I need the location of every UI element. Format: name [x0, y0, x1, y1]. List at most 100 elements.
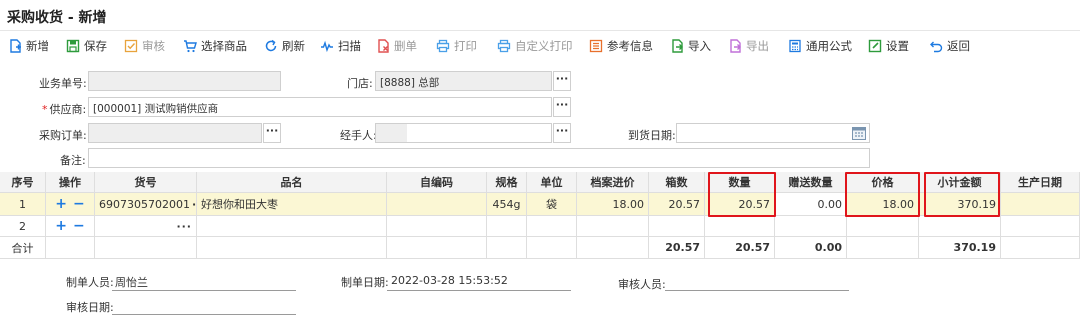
- scan-button[interactable]: 扫描: [320, 37, 361, 55]
- export-icon: [730, 39, 741, 53]
- total-row: 合计 20.57 20.57 0.00 370.19: [0, 237, 1080, 259]
- export-button[interactable]: 导出: [728, 37, 769, 55]
- header-spec: 规格: [487, 172, 527, 193]
- grid-header: 序号 操作 货号 品名 自编码 规格 单位 档案进价 箱数 数量 赠送数量 价格…: [0, 172, 1080, 193]
- save-icon: [66, 39, 80, 53]
- maker-value: 周怡兰: [115, 276, 148, 289]
- new-button[interactable]: 新增: [8, 37, 49, 55]
- row-spec: [487, 216, 527, 237]
- save-button[interactable]: 保存: [66, 37, 107, 55]
- row-gift-qty[interactable]: [775, 216, 847, 237]
- total-subtotal: 370.19: [919, 237, 1001, 259]
- order-no-label: 业务单号:: [39, 77, 87, 90]
- calculator-icon: [789, 39, 801, 53]
- header-name: 品名: [197, 172, 387, 193]
- header-unit: 单位: [527, 172, 577, 193]
- header-price: 价格: [847, 172, 919, 193]
- check-icon: [124, 39, 138, 53]
- remove-row-icon[interactable]: −: [73, 196, 85, 212]
- code-picker-button[interactable]: ···: [176, 220, 192, 233]
- row-price[interactable]: 18.00: [847, 193, 919, 216]
- header-op: 操作: [46, 172, 95, 193]
- row-gift-qty[interactable]: 0.00: [775, 193, 847, 216]
- row-prod-date[interactable]: [1001, 193, 1080, 216]
- back-button[interactable]: 返回: [929, 37, 970, 55]
- auditor-label: 审核人员:: [618, 278, 666, 291]
- import-button[interactable]: 导入: [670, 37, 711, 55]
- row-boxes[interactable]: 20.57: [649, 193, 705, 216]
- total-empty: [197, 237, 387, 259]
- order-no-field[interactable]: [88, 71, 281, 91]
- row-code[interactable]: ···: [95, 216, 197, 237]
- add-row-icon[interactable]: +: [55, 218, 67, 234]
- header-prod-date: 生产日期: [1001, 172, 1080, 193]
- remark-label: 备注:: [60, 154, 86, 167]
- refresh-button[interactable]: 刷新: [264, 37, 305, 55]
- back-arrow-icon: [930, 41, 943, 53]
- po-field[interactable]: [88, 123, 262, 143]
- calendar-icon[interactable]: [851, 125, 867, 141]
- header-qty: 数量: [705, 172, 775, 193]
- total-boxes: 20.57: [649, 237, 705, 259]
- row-price[interactable]: [847, 216, 919, 237]
- settings-button[interactable]: 设置: [868, 37, 909, 55]
- formula-button[interactable]: 通用公式: [788, 37, 852, 55]
- audit-button[interactable]: 审核: [124, 37, 165, 55]
- store-field[interactable]: [8888] 总部: [375, 71, 552, 91]
- store-picker-button[interactable]: ···: [553, 71, 571, 91]
- make-date-underline: [387, 290, 571, 291]
- total-gift-qty: 0.00: [775, 237, 847, 259]
- title-bar: 采购收货 - 新增: [0, 0, 1080, 31]
- total-empty: [847, 237, 919, 259]
- supplier-label: * 供应商:: [42, 103, 87, 116]
- row-spec: 454g: [487, 193, 527, 216]
- row-prod-date[interactable]: [1001, 216, 1080, 237]
- edit-settings-icon: [868, 39, 882, 53]
- select-goods-button[interactable]: 选择商品: [183, 37, 247, 55]
- delete-doc-icon: [378, 39, 389, 53]
- total-empty: [95, 237, 197, 259]
- print-button[interactable]: 打印: [436, 37, 477, 55]
- new-doc-icon: [10, 39, 21, 53]
- row-actions: + −: [46, 216, 95, 237]
- page-title: 采购收货 - 新增: [7, 10, 107, 26]
- header-archive-price: 档案进价: [577, 172, 649, 193]
- total-qty: 20.57: [705, 237, 775, 259]
- printer-icon: [497, 39, 511, 53]
- cart-icon: [184, 40, 197, 53]
- row-name: 好想你和田大枣: [197, 193, 387, 216]
- table-row[interactable]: 1 +− 6907305702001··· 好想你和田大枣 454g 袋 18.…: [0, 193, 1080, 216]
- row-code[interactable]: 6907305702001···: [95, 193, 197, 216]
- row-unit: [527, 216, 577, 237]
- header-selfcode: 自编码: [387, 172, 487, 193]
- info-list-icon: [589, 39, 603, 53]
- reference-info-button[interactable]: 参考信息: [589, 37, 653, 55]
- import-icon: [672, 39, 683, 53]
- auditor-underline: [665, 290, 849, 291]
- row-selfcode: [387, 216, 487, 237]
- maker-underline: [112, 290, 296, 291]
- row-archive-price: 18.00: [577, 193, 649, 216]
- po-picker-button[interactable]: ···: [263, 123, 281, 143]
- row-qty[interactable]: 20.57: [705, 193, 775, 216]
- make-date-label: 制单日期:: [341, 276, 389, 289]
- total-empty: [527, 237, 577, 259]
- arrival-date-field[interactable]: [676, 123, 870, 143]
- required-mark: *: [42, 103, 48, 116]
- printer-icon: [436, 39, 450, 53]
- handler-label: 经手人:: [340, 129, 377, 142]
- supplier-field[interactable]: [000001] 测试购销供应商: [88, 97, 552, 117]
- handler-picker-button[interactable]: ···: [553, 123, 571, 143]
- delete-button[interactable]: 删单: [376, 37, 417, 55]
- total-empty: [1001, 237, 1080, 259]
- row-boxes[interactable]: [649, 216, 705, 237]
- remove-row-icon[interactable]: −: [73, 218, 85, 234]
- table-row[interactable]: 2 + − ···: [0, 216, 1080, 237]
- custom-print-button[interactable]: 自定义打印: [497, 37, 573, 55]
- remark-field[interactable]: [88, 148, 870, 168]
- supplier-picker-button[interactable]: ···: [553, 97, 571, 117]
- row-subtotal: [919, 216, 1001, 237]
- row-qty[interactable]: [705, 216, 775, 237]
- store-label: 门店:: [347, 77, 373, 90]
- add-row-icon[interactable]: +: [55, 196, 67, 212]
